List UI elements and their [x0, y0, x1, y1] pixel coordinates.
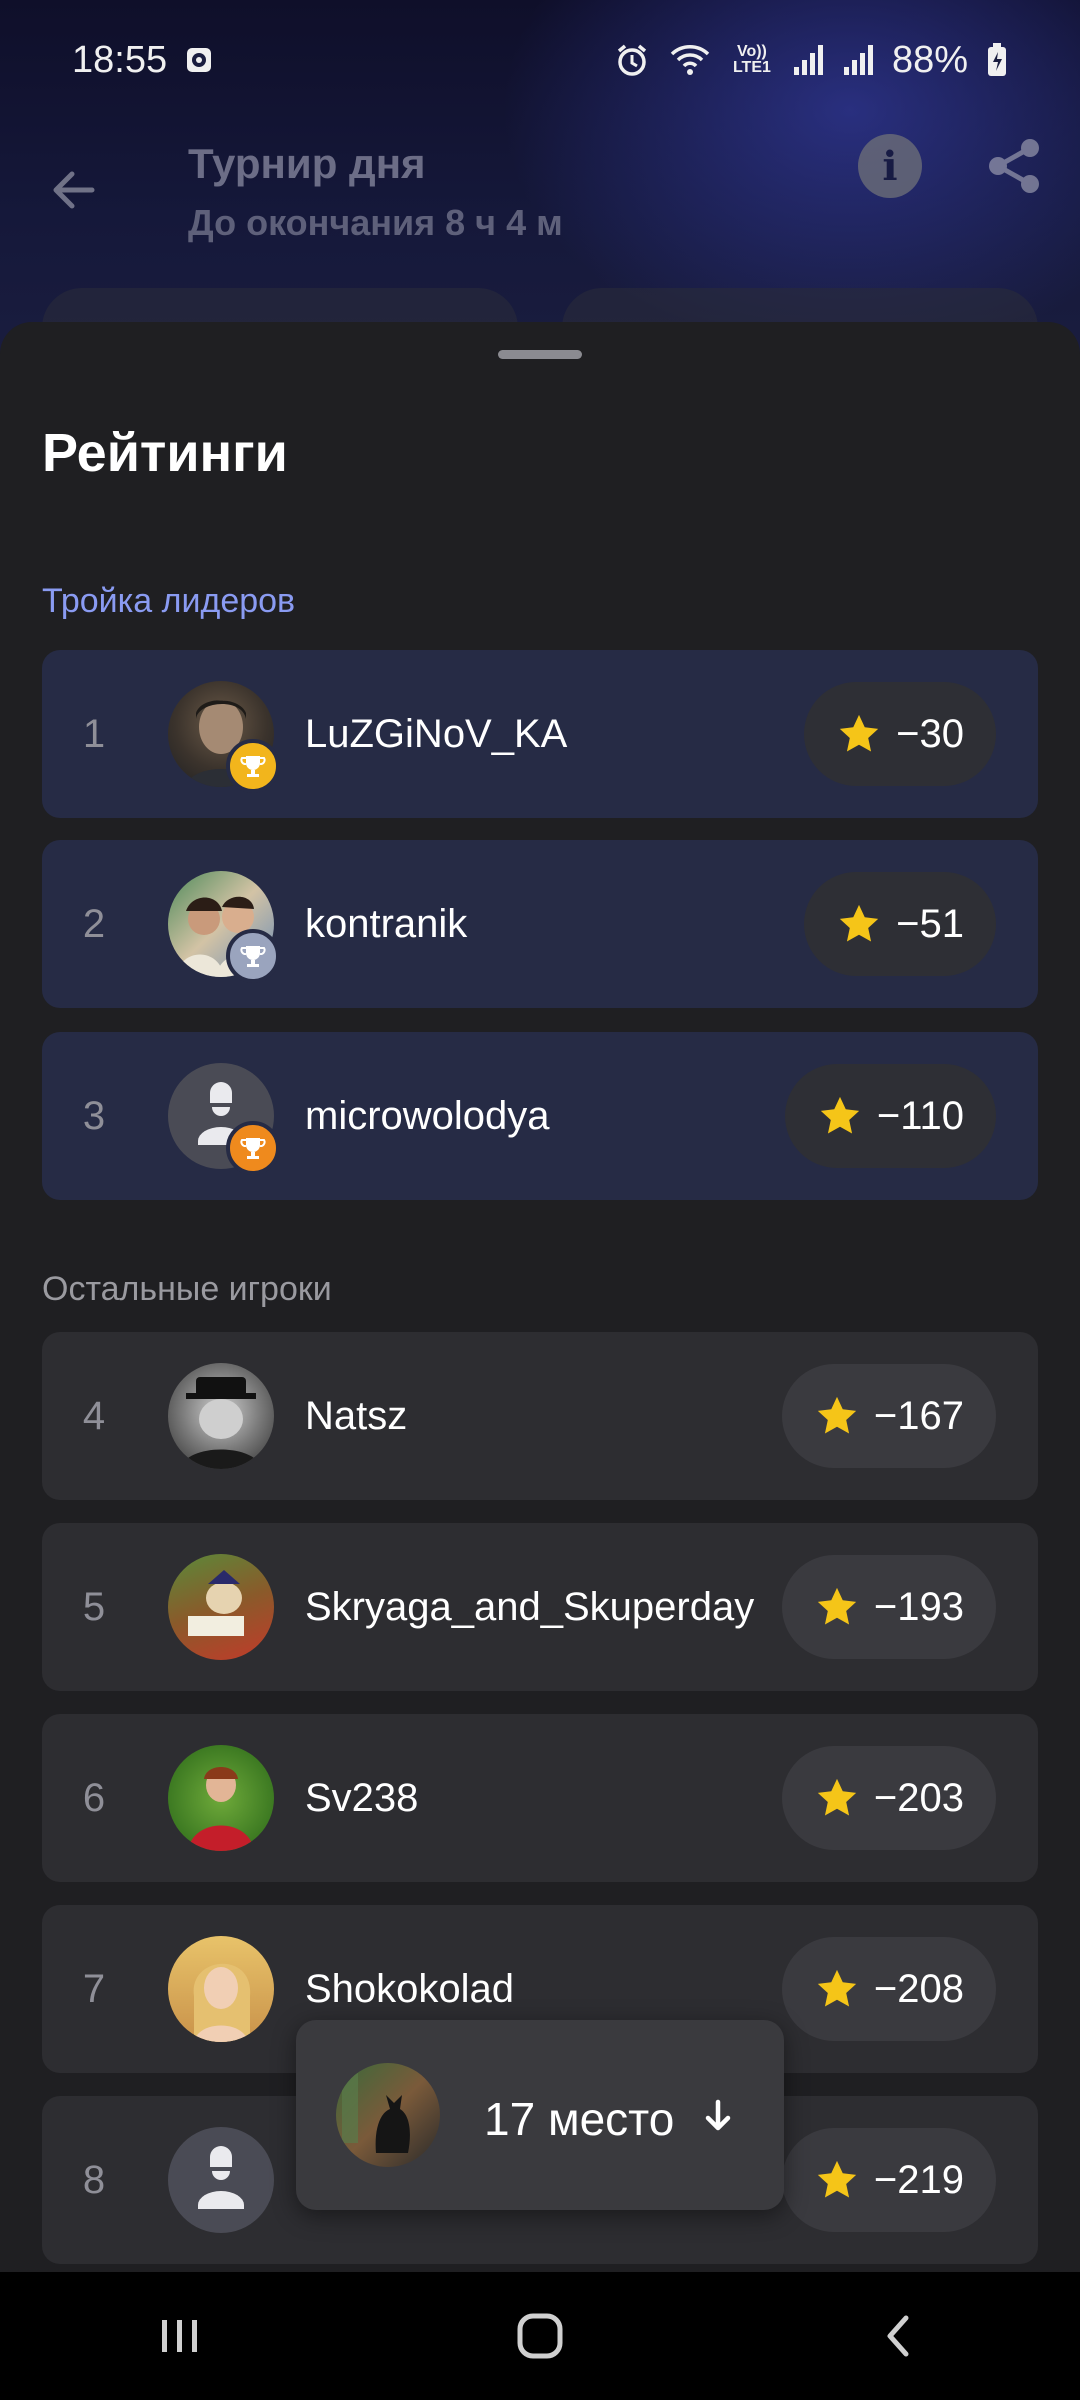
avatar: [168, 1936, 274, 2042]
star-icon: [814, 1393, 860, 1439]
status-left: 18:55: [72, 39, 213, 82]
score-value: −51: [896, 901, 964, 946]
page-title: Турнир дня: [188, 140, 426, 187]
avatar: [168, 1554, 274, 1660]
rank: 6: [82, 1775, 106, 1820]
trophy-icon: [226, 929, 280, 983]
trophy-icon: [226, 1121, 280, 1175]
star-icon: [814, 1966, 860, 2012]
avatar: [168, 871, 280, 983]
star-icon: [817, 1093, 863, 1139]
score-badge: −51: [804, 872, 996, 976]
player-name: Natsz: [305, 1393, 408, 1438]
leaders-section-label: Тройка лидеров: [42, 582, 296, 620]
player-name: kontranik: [305, 901, 468, 946]
score-value: −203: [873, 1775, 964, 1820]
alarm-icon: [614, 42, 650, 78]
star-icon: [836, 711, 882, 757]
star-icon: [814, 1775, 860, 1821]
signal-icon-1: [792, 43, 824, 77]
player-name: LuZGiNoV_KA: [305, 711, 568, 756]
rank: 3: [82, 1093, 106, 1138]
arrow-left-icon: [53, 171, 95, 209]
rank: 5: [82, 1584, 106, 1629]
app-header: Турнир дня До окончания 8 ч 4 м i: [0, 120, 1080, 290]
back-button[interactable]: [44, 160, 104, 220]
rank: 7: [82, 1966, 106, 2011]
trophy-icon: [226, 739, 280, 793]
notification-icon: [185, 46, 213, 74]
ratings-sheet: Рейтинги Тройка лидеров 1 LuZGiNoV_KA −3…: [0, 322, 1080, 2272]
volte-icon: Vo)) LTE1: [730, 44, 774, 76]
star-icon: [814, 2157, 860, 2203]
rank: 2: [82, 901, 106, 946]
avatar: [168, 1063, 280, 1175]
wifi-icon: [668, 42, 712, 78]
star-icon: [836, 901, 882, 947]
score-value: −110: [876, 1093, 964, 1138]
home-button[interactable]: [480, 2296, 600, 2376]
avatar: [168, 1363, 274, 1469]
my-place-button[interactable]: 17 место: [296, 2020, 784, 2210]
leader-row-3[interactable]: 3 microwolodya −110: [42, 1032, 1038, 1200]
share-icon: [989, 139, 1039, 193]
header-text: Турнир дня До окончания 8 ч 4 м: [188, 140, 563, 244]
score-value: −30: [896, 711, 964, 756]
background-screen: 18:55 Vo)) LTE1 88% Турнир дня До оконча…: [0, 0, 1080, 360]
status-bar: 18:55 Vo)) LTE1 88%: [0, 0, 1080, 120]
avatar: [168, 681, 280, 793]
score-value: −208: [873, 1966, 964, 2011]
default-user-icon: [198, 2146, 244, 2209]
player-row-5[interactable]: 5 Skryaga_and_Skuperday −193: [42, 1523, 1038, 1691]
leader-row-1[interactable]: 1 LuZGiNoV_KA −30: [42, 650, 1038, 818]
score-badge: −203: [781, 1746, 996, 1850]
back-nav-button[interactable]: [840, 2296, 960, 2376]
home-icon: [517, 2313, 563, 2359]
score-badge: −167: [781, 1364, 996, 1468]
others-section-label: Остальные игроки: [42, 1270, 332, 1308]
score-value: −193: [873, 1584, 964, 1629]
score-badge: −30: [804, 682, 996, 786]
battery-percent: 88%: [891, 38, 968, 81]
leader-row-2[interactable]: 2 kontranik −51: [42, 840, 1038, 1008]
info-button[interactable]: i: [858, 134, 922, 198]
rank: 8: [82, 2157, 106, 2202]
player-row-6[interactable]: 6 Sv238 −203: [42, 1714, 1038, 1882]
star-icon: [814, 1584, 860, 1630]
chevron-left-icon: [887, 2315, 909, 2357]
status-time: 18:55: [72, 38, 168, 81]
signal-icon-2: [842, 43, 874, 77]
sheet-title: Рейтинги: [42, 423, 288, 483]
recent-apps-button[interactable]: [120, 2296, 240, 2376]
avatar: [168, 2127, 274, 2233]
player-name: microwolodya: [305, 1093, 550, 1138]
score-badge: −193: [781, 1555, 996, 1659]
drag-handle[interactable]: [498, 350, 582, 359]
score-value: −167: [873, 1393, 964, 1438]
info-icon: i: [882, 142, 898, 190]
my-place-label: 17 место: [484, 2093, 675, 2145]
network-label: Vo)) LTE1: [732, 43, 771, 76]
score-badge: −208: [781, 1937, 996, 2041]
share-button[interactable]: [982, 134, 1046, 198]
score-badge: −110: [784, 1064, 996, 1168]
recent-apps-icon: [162, 2320, 197, 2352]
rank: 1: [82, 711, 106, 756]
avatar: [168, 1745, 274, 1851]
status-right: Vo)) LTE1 88%: [614, 39, 1008, 82]
rank: 4: [82, 1393, 106, 1438]
player-name: Sv238: [305, 1775, 419, 1820]
player-name: Skryaga_and_Skuperday: [305, 1584, 755, 1629]
score-badge: −219: [781, 2128, 996, 2232]
battery-icon: [986, 42, 1008, 78]
my-avatar: [336, 2063, 440, 2167]
arrow-down-icon: [698, 2096, 738, 2136]
score-value: −219: [873, 2157, 964, 2202]
player-row-4[interactable]: 4 Natsz −167: [42, 1332, 1038, 1500]
page-subtitle: До окончания 8 ч 4 м: [188, 202, 563, 243]
system-nav-bar: [0, 2272, 1080, 2400]
player-name: Shokokolad: [305, 1966, 515, 2011]
